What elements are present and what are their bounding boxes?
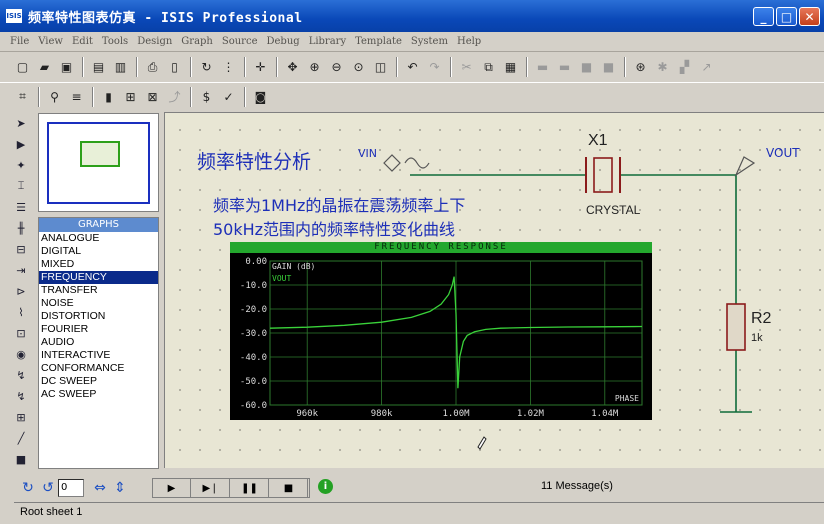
mirror-horizontal-icon[interactable]: ⇔ (90, 478, 110, 498)
rotate-ccw-icon[interactable]: ↺ (38, 478, 58, 498)
analysis-heading: 频率特性分析 (197, 151, 312, 173)
note-line-1: 频率为1MHz的晶振在震荡频率上下 (213, 196, 466, 215)
x1-reference: X1 (588, 132, 608, 149)
y-tick-label: 0.00 (245, 257, 267, 267)
mirror-vertical-icon[interactable]: ⇕ (110, 478, 130, 498)
stop-button[interactable]: ■ (270, 479, 308, 497)
vin-label: VIN (358, 147, 377, 160)
info-icon[interactable]: i (318, 479, 333, 494)
y-tick-label: -50.0 (240, 377, 267, 387)
resistor-r2[interactable] (726, 303, 746, 351)
pause-button[interactable]: ❚❚ (231, 479, 269, 497)
y-axis-title: GAIN (dB) (272, 262, 315, 271)
x-tick-label: 980k (371, 409, 393, 419)
simulation-controls: ▶ ▶❘ ❚❚ ■ (152, 478, 310, 498)
y-tick-label: -30.0 (240, 329, 267, 339)
message-count[interactable]: 11 Message(s) (541, 480, 613, 492)
frequency-response-graph[interactable]: FREQUENCY RESPONSE 0.00 -10.0 -20.0 -30.0 -4… (230, 242, 652, 420)
x-tick-label: 1.00M (442, 409, 470, 419)
graph-title: FREQUENCY RESPONSE (230, 242, 652, 253)
vout-label: VOUT (766, 146, 800, 160)
y-tick-label: -10.0 (240, 281, 267, 291)
x-tick-label: 960k (296, 409, 318, 419)
crystal-x1[interactable] (593, 157, 613, 193)
note-line-2: 50kHz范围内的频率特性变化曲线 (213, 220, 456, 239)
sheet-indicator: Root sheet 1 (14, 502, 824, 521)
x-tick-label: 1.04M (591, 409, 619, 419)
x1-value: CRYSTAL (586, 203, 641, 217)
vout-terminal-symbol[interactable] (734, 156, 756, 177)
y-tick-label: -40.0 (240, 353, 267, 363)
step-button[interactable]: ▶❘ (192, 479, 230, 497)
y-tick-label: -60.0 (240, 401, 267, 411)
play-button[interactable]: ▶ (153, 479, 191, 497)
r2-reference: R2 (751, 310, 772, 327)
r2-value: 1k (751, 332, 763, 344)
rotation-angle-field[interactable]: 0 (58, 479, 84, 497)
vin-generator-symbol[interactable] (383, 154, 401, 172)
phase-label: PHASE (615, 394, 639, 403)
pen-cursor-icon (477, 436, 487, 450)
status-bar: ↻ ↺ 0 ⇔ ⇕ (0, 474, 824, 502)
sine-source-icon (404, 157, 430, 169)
x-tick-label: 1.02M (517, 409, 545, 419)
graph-plot: 0.00 -10.0 -20.0 -30.0 -40.0 -50.0 -60.0 960k 98… (240, 257, 643, 419)
y-tick-label: -20.0 (240, 305, 267, 315)
rotate-cw-icon[interactable]: ↻ (18, 478, 38, 498)
trace-name-label: VOUT (272, 274, 291, 283)
